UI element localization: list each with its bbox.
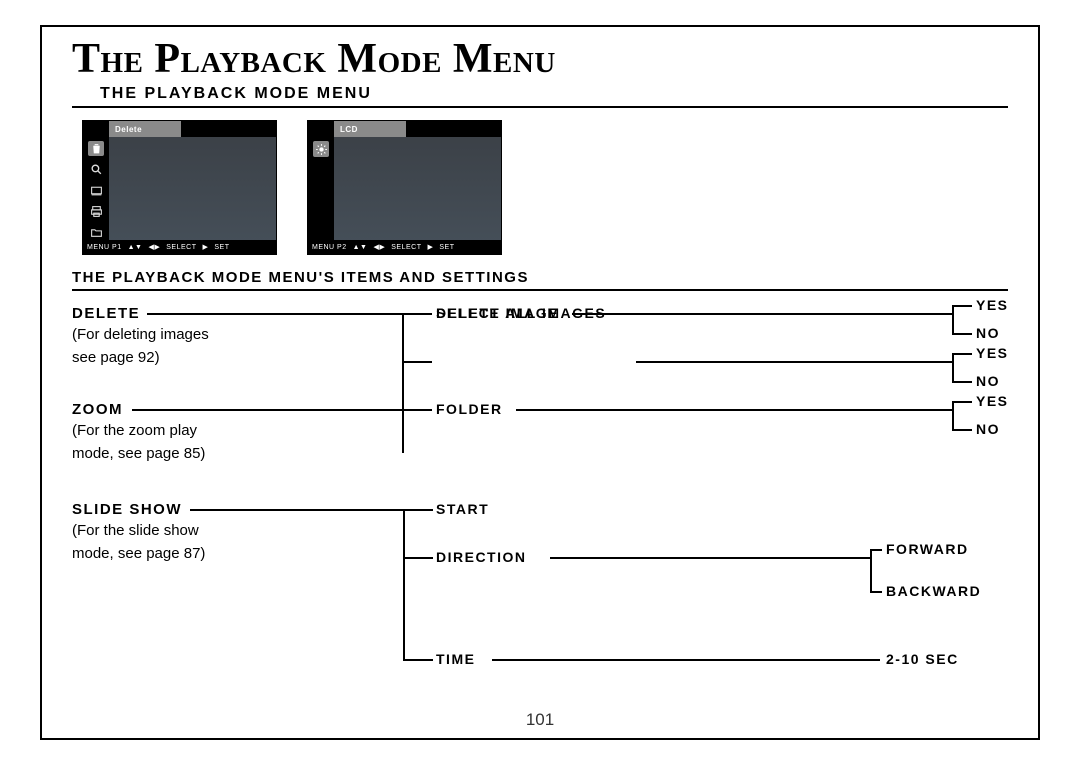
lcd-tab-label: Delete bbox=[109, 121, 181, 137]
node-slideshow: SLIDE SHOW (For the slide show mode, see… bbox=[72, 501, 205, 565]
lcd-set-label: SET bbox=[214, 244, 229, 251]
lcd-set-label: SET bbox=[439, 244, 454, 251]
line bbox=[403, 509, 433, 511]
line bbox=[870, 549, 872, 593]
label-slideshow: SLIDE SHOW bbox=[72, 501, 205, 518]
line bbox=[870, 591, 882, 593]
line bbox=[492, 659, 880, 661]
line bbox=[190, 509, 405, 511]
lcd-select-label: SELECT bbox=[391, 244, 421, 251]
line bbox=[952, 353, 954, 383]
updown-arrows-icon: ▲▼ bbox=[128, 244, 143, 251]
right-arrow-icon: ▶ bbox=[203, 243, 209, 251]
print-icon bbox=[88, 204, 104, 219]
line bbox=[952, 401, 972, 403]
label-forward: FORWARD bbox=[886, 541, 969, 557]
label-backward: BACKWARD bbox=[886, 583, 981, 599]
lcd-thumbnails-row: Delete MENU P1 bbox=[82, 120, 1008, 255]
page-number: 101 bbox=[42, 710, 1038, 730]
line bbox=[403, 659, 433, 661]
subsection-header: THE PLAYBACK MODE MENU'S ITEMS AND SETTI… bbox=[72, 269, 1008, 291]
line bbox=[516, 409, 954, 411]
delete-desc-2: see page 92) bbox=[72, 348, 209, 368]
label-no: NO bbox=[976, 325, 1000, 341]
section-header: THE PLAYBACK MODE MENU bbox=[72, 85, 1008, 108]
lcd-menu-label: MENU P1 bbox=[87, 244, 122, 251]
line bbox=[572, 313, 954, 315]
delete-desc-1: (For deleting images bbox=[72, 325, 209, 345]
label-yes: YES bbox=[976, 297, 1009, 313]
label-time-range: 2-10 SEC bbox=[886, 651, 959, 667]
label-yes: YES bbox=[976, 345, 1009, 361]
line bbox=[402, 313, 432, 315]
line bbox=[952, 381, 972, 383]
line bbox=[952, 353, 972, 355]
label-folder: FOLDER bbox=[436, 401, 503, 417]
line bbox=[952, 401, 954, 431]
line bbox=[403, 509, 405, 661]
lcd-content-area bbox=[334, 137, 501, 240]
lcd-bottom-bar: MENU P1 ▲▼ ◀▶ SELECT ▶ SET bbox=[83, 240, 276, 254]
line bbox=[952, 305, 954, 335]
lcd-tab-label: LCD bbox=[334, 121, 406, 137]
trash-icon bbox=[88, 141, 104, 156]
line bbox=[402, 409, 432, 411]
lcd-sidebar bbox=[83, 137, 109, 240]
label-start: START bbox=[436, 501, 489, 517]
line bbox=[403, 557, 433, 559]
lcd-select-label: SELECT bbox=[166, 244, 196, 251]
slideshow-icon bbox=[88, 183, 104, 198]
line bbox=[952, 333, 972, 335]
zoom-desc-1: (For the zoom play bbox=[72, 421, 205, 441]
lcd-bottom-bar: MENU P2 ▲▼ ◀▶ SELECT ▶ SET bbox=[308, 240, 501, 254]
label-no: NO bbox=[976, 373, 1000, 389]
slideshow-desc-2: mode, see page 87) bbox=[72, 544, 205, 564]
line bbox=[402, 313, 404, 453]
zoom-desc-2: mode, see page 85) bbox=[72, 444, 205, 464]
page-title: The Playback Mode Menu bbox=[72, 35, 1008, 83]
lcd-menu-label: MENU P2 bbox=[312, 244, 347, 251]
line bbox=[402, 361, 432, 363]
folder-icon bbox=[88, 225, 104, 240]
label-direction: DIRECTION bbox=[436, 549, 527, 565]
menu-tree-diagram: DELETE (For deleting images see page 92)… bbox=[72, 305, 1008, 700]
lcd-sidebar bbox=[308, 137, 334, 240]
updown-arrows-icon: ▲▼ bbox=[353, 244, 368, 251]
leftright-arrows-icon: ◀▶ bbox=[373, 243, 385, 251]
right-arrow-icon: ▶ bbox=[428, 243, 434, 251]
line bbox=[636, 361, 954, 363]
line bbox=[550, 557, 872, 559]
label-yes: YES bbox=[976, 393, 1009, 409]
label-no: NO bbox=[976, 421, 1000, 437]
lcd-content-area bbox=[109, 137, 276, 240]
lcd-screenshot-delete: Delete MENU P1 bbox=[82, 120, 277, 255]
leftright-arrows-icon: ◀▶ bbox=[148, 243, 160, 251]
magnifier-icon bbox=[88, 162, 104, 177]
slideshow-desc-1: (For the slide show bbox=[72, 521, 205, 541]
label-time: TIME bbox=[436, 651, 475, 667]
manual-page: The Playback Mode Menu THE PLAYBACK MODE… bbox=[40, 25, 1040, 740]
line bbox=[952, 305, 972, 307]
line bbox=[870, 549, 882, 551]
line bbox=[132, 409, 404, 411]
line bbox=[147, 313, 402, 315]
lcd-screenshot-lcd: LCD MENU P2 ▲▼ ◀▶ SELECT ▶ SET bbox=[307, 120, 502, 255]
line bbox=[952, 429, 972, 431]
brightness-icon bbox=[313, 141, 329, 157]
